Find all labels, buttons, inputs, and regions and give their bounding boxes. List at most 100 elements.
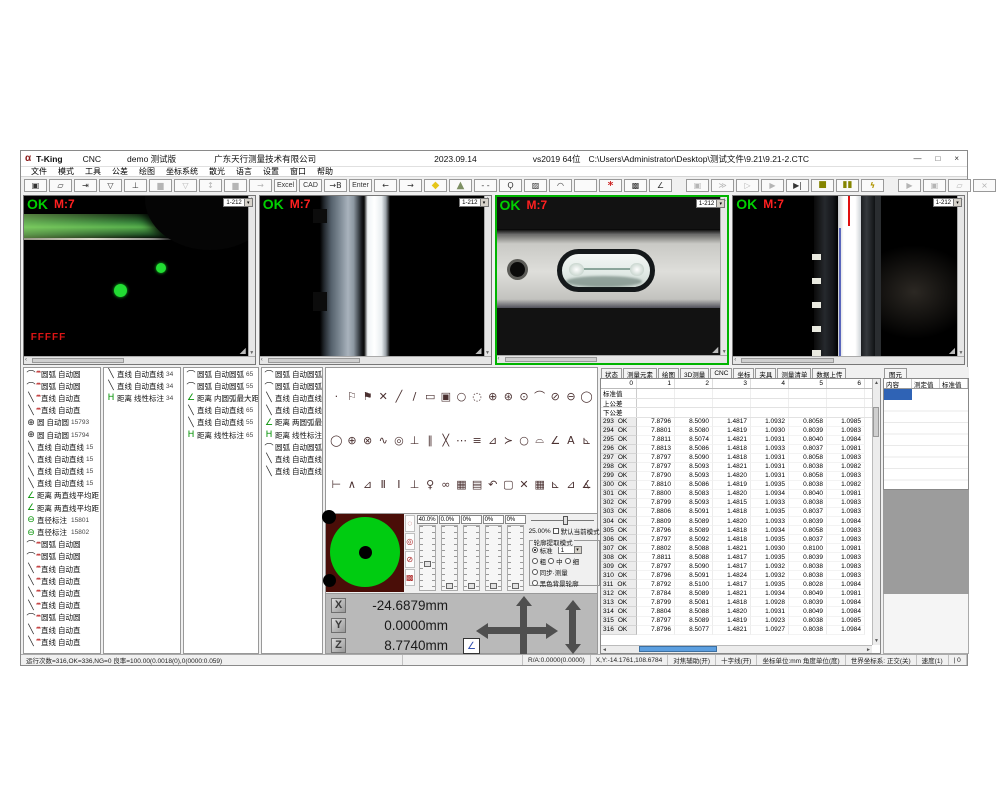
radio-sync[interactable] [532, 569, 538, 575]
feature-item[interactable]: ⌒***圆弧自动圆 [24, 551, 100, 563]
radio-medium[interactable] [548, 558, 554, 564]
column-header[interactable]: 0 [601, 379, 637, 388]
measure-tool-icon[interactable]: ⊕ [485, 389, 500, 404]
measure-tool-icon[interactable]: ⊿ [360, 477, 375, 492]
measure-tool-icon[interactable]: ⚐ [345, 389, 360, 404]
result-row[interactable]: 315OK7.87978.50891.48191.09230.80381.098… [601, 617, 872, 626]
camera-4-panel[interactable]: OK M:7 1-212▾ ◢ ▲▼ ‹ [732, 195, 965, 365]
menu-item[interactable]: 文件 [31, 166, 47, 177]
measure-tool-icon[interactable]: · [329, 389, 344, 404]
results-tab[interactable]: 数据上传 [812, 368, 846, 378]
toolbar-button[interactable]: ▆ [149, 179, 172, 192]
selected-cell[interactable] [884, 389, 912, 400]
feature-item[interactable]: ╲直线自动直线55 [262, 392, 322, 404]
feature-item[interactable]: ╲***直线自动直 [24, 563, 100, 575]
result-row[interactable]: 316OK7.87968.50771.48211.09270.80381.098… [601, 626, 872, 635]
measure-tool-icon[interactable]: ⋯ [454, 433, 469, 448]
feature-item[interactable]: ⌒***圆弧自动圆 [24, 368, 100, 380]
results-tab[interactable]: 状态 [601, 368, 622, 378]
radio-standard[interactable] [532, 547, 538, 553]
toolbar-button[interactable]: CAD [299, 179, 322, 192]
radio-coarse[interactable] [532, 558, 538, 564]
toolbar-button[interactable]: ▨ [524, 179, 547, 192]
feature-item[interactable]: H距离线性标注55 [262, 429, 322, 441]
measure-tool-icon[interactable]: I [392, 477, 407, 492]
toolbar-button[interactable]: ▽ [99, 179, 122, 192]
results-hscroll-thumb[interactable] [639, 646, 717, 652]
toolbar-button[interactable]: ≫ [711, 179, 734, 192]
z-axis-icon[interactable]: Z [331, 638, 346, 653]
feature-item[interactable]: ╲直线自动直线34 [104, 368, 180, 380]
result-row[interactable]: 304OK7.88098.50891.48201.09330.80391.098… [601, 517, 872, 526]
menu-item[interactable]: 语言 [236, 166, 252, 177]
menu-item[interactable]: 坐标系统 [166, 166, 198, 177]
light-slider-thumb[interactable] [424, 561, 431, 567]
result-row[interactable]: 296OK7.88138.50861.48181.09330.80371.098… [601, 445, 872, 454]
light-slider-thumb[interactable] [446, 583, 453, 589]
feature-item[interactable]: ⌒***圆弧自动圆 [24, 539, 100, 551]
ring-light-indicator[interactable] [326, 514, 404, 592]
light-mode-icon[interactable]: ◎ [405, 533, 415, 550]
result-row[interactable]: 301OK7.88008.50831.48201.09340.80401.098… [601, 490, 872, 499]
camera-1-hscrollbar[interactable]: ‹ [24, 356, 255, 364]
light-slider-track[interactable] [419, 525, 436, 591]
default-mode-checkbox[interactable] [553, 528, 559, 534]
measure-tool-icon[interactable]: ⊿ [485, 433, 500, 448]
measure-tool-icon[interactable]: ▦ [532, 477, 547, 492]
light-mode-icon[interactable]: ▩ [405, 569, 415, 586]
results-vscroll-thumb[interactable] [873, 407, 879, 437]
scrollbar-thumb[interactable] [32, 358, 124, 363]
light-slider-thumb[interactable] [468, 583, 475, 589]
scroll-left-icon[interactable]: ‹ [25, 357, 27, 363]
measure-tool-icon[interactable]: ⚑ [360, 389, 375, 404]
zoom-slider-thumb[interactable] [563, 516, 568, 525]
radio-dark-bg[interactable] [532, 580, 538, 586]
level-dropdown[interactable]: 1▾ [558, 546, 582, 554]
light-mode-icon[interactable]: ◌ [405, 515, 415, 532]
measure-tool-icon[interactable]: ⊙ [517, 389, 532, 404]
light-slider-thumb[interactable] [512, 583, 519, 589]
measure-tool-icon[interactable]: Ⅱ [376, 477, 391, 492]
result-row[interactable]: 303OK7.88068.50911.48181.09350.80371.098… [601, 508, 872, 517]
toolbar-button[interactable]: × [973, 179, 996, 192]
result-row[interactable]: 313OK7.87998.50811.48181.09280.80391.098… [601, 598, 872, 607]
scroll-left-icon[interactable]: ‹ [734, 357, 736, 363]
measure-tool-icon[interactable]: ⊛ [501, 389, 516, 404]
toolbar-button[interactable]: → [249, 179, 272, 192]
maximize-button[interactable]: □ [935, 154, 940, 163]
measure-tool-icon[interactable]: ⌓ [532, 433, 547, 448]
feature-item[interactable]: ⊕圆自动圆15793 [24, 417, 100, 429]
measure-tool-icon[interactable]: ∥ [423, 433, 438, 448]
menu-item[interactable]: 工具 [85, 166, 101, 177]
measure-tool-icon[interactable]: ✕ [517, 477, 532, 492]
measure-tool-icon[interactable]: ⌒ [532, 389, 547, 404]
measure-tool-icon[interactable]: ◌ [470, 389, 485, 404]
column-header[interactable]: 6 [827, 379, 865, 388]
result-row[interactable]: 306OK7.87978.50921.48181.09350.80371.098… [601, 535, 872, 544]
results-tab[interactable]: 测量元素 [623, 368, 657, 378]
column-header[interactable]: 标准值 [940, 379, 968, 388]
toolbar-button[interactable]: ▱ [49, 179, 72, 192]
toolbar-button[interactable]: ▶ [761, 179, 784, 192]
menu-item[interactable]: 模式 [58, 166, 74, 177]
column-header[interactable]: 5 [789, 379, 827, 388]
scroll-left-icon[interactable]: ‹ [261, 357, 263, 363]
measure-tool-icon[interactable]: ⊾ [579, 433, 594, 448]
measure-tool-icon[interactable]: A [564, 433, 579, 448]
zoom-slider[interactable] [531, 516, 594, 525]
toolbar-button[interactable]: →B [324, 179, 347, 192]
results-tab[interactable]: 夹具 [755, 368, 776, 378]
result-row[interactable]: 297OK7.87978.50901.48181.09310.80581.098… [601, 454, 872, 463]
measure-tool-icon[interactable]: ⊢ [329, 477, 344, 492]
menu-item[interactable]: 绘图 [139, 166, 155, 177]
measure-tool-icon[interactable]: ○ [517, 433, 532, 448]
feature-item[interactable]: ⊕圆自动圆15794 [24, 429, 100, 441]
result-row[interactable]: 311OK7.87928.51001.48171.09350.80281.098… [601, 580, 872, 589]
measure-tool-icon[interactable]: ∡ [579, 477, 594, 492]
toolbar-button[interactable]: * [599, 179, 622, 192]
light-slider-track[interactable] [441, 525, 458, 591]
menu-item[interactable]: 公差 [112, 166, 128, 177]
light-slider-thumb[interactable] [490, 583, 497, 589]
column-header[interactable]: 3 [713, 379, 751, 388]
result-row[interactable]: 300OK7.88108.50861.48191.09350.80381.098… [601, 481, 872, 490]
